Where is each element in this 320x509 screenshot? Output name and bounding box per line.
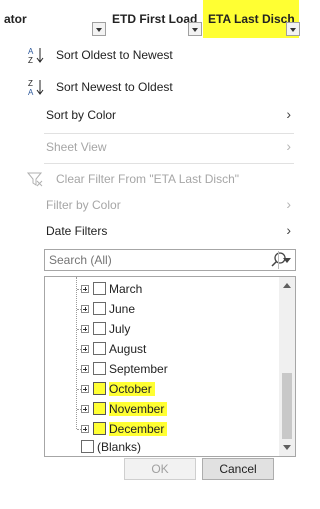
list-item-label: June (109, 302, 136, 316)
filter-menu: A Z Sort Oldest to Newest Z A Sort Newes… (0, 38, 299, 509)
cancel-button[interactable]: Cancel (202, 458, 274, 480)
chevron-right-icon: › (286, 222, 291, 238)
list-item[interactable]: November (45, 399, 277, 419)
expand-icon[interactable] (81, 305, 89, 313)
clear-filter-icon (26, 172, 43, 187)
checkbox[interactable] (93, 382, 106, 395)
sort-oldest-to-newest[interactable]: A Z Sort Oldest to Newest (0, 42, 299, 68)
search-options-dropdown[interactable] (278, 251, 294, 269)
filter-value-list: March June July August September October… (44, 276, 296, 457)
list-item[interactable]: August (45, 339, 277, 359)
column-header-row: ator ETD First Load ETA Last Disch (0, 0, 300, 39)
sheet-view-label: Sheet View (46, 140, 107, 154)
list-item[interactable]: June (45, 299, 277, 319)
scroll-up-icon[interactable] (279, 277, 295, 293)
svg-text:Z: Z (28, 56, 33, 64)
search-input[interactable] (45, 250, 255, 270)
list-item[interactable]: December (45, 419, 277, 439)
sort-oldest-label: Sort Oldest to Newest (56, 48, 173, 62)
chevron-right-icon: › (286, 106, 291, 122)
list-scrollbar[interactable] (279, 277, 295, 456)
list-item[interactable]: July (45, 319, 277, 339)
checkbox[interactable] (93, 282, 106, 295)
expand-icon[interactable] (81, 345, 89, 353)
list-item[interactable]: October (45, 379, 277, 399)
sort-ascending-icon: A Z (28, 47, 44, 64)
list-item-blanks[interactable]: (Blanks) (45, 437, 277, 456)
list-item-label: December (109, 422, 168, 436)
list-item[interactable]: September (45, 359, 277, 379)
menu-separator (44, 163, 294, 164)
sheet-view: Sheet View › (0, 134, 299, 160)
column-header-eta-last-disch: ETA Last Disch (208, 12, 295, 26)
checkbox[interactable] (93, 362, 106, 375)
list-item-label: September (109, 362, 168, 376)
checkbox[interactable] (93, 402, 106, 415)
clear-filter-label: Clear Filter From "ETA Last Disch" (56, 172, 239, 186)
list-item-label: November (109, 402, 168, 416)
filter-by-color-label: Filter by Color (46, 198, 121, 212)
list-item-label: (Blanks) (97, 440, 142, 454)
svg-text:A: A (28, 47, 34, 56)
svg-text:Z: Z (28, 79, 33, 88)
checkbox[interactable] (93, 342, 106, 355)
scrollbar-thumb[interactable] (282, 373, 292, 439)
filter-by-color: Filter by Color › (0, 192, 299, 218)
sort-descending-icon: Z A (28, 79, 44, 96)
checkbox[interactable] (93, 302, 106, 315)
search-box[interactable] (44, 249, 296, 271)
chevron-right-icon: › (286, 196, 291, 212)
sort-by-color[interactable]: Sort by Color › (0, 102, 299, 128)
date-filters[interactable]: Date Filters › (0, 218, 299, 244)
ok-button[interactable]: OK (124, 458, 196, 480)
clear-filter: Clear Filter From "ETA Last Disch" (0, 166, 299, 192)
filter-dropdown-button-eta[interactable] (286, 22, 300, 36)
expand-icon[interactable] (81, 285, 89, 293)
column-header-etd-first-load: ETD First Load (112, 12, 198, 26)
scroll-down-icon[interactable] (279, 440, 295, 456)
list-item-label: July (109, 322, 131, 336)
filter-dropdown-button-etd[interactable] (188, 22, 202, 36)
expand-icon[interactable] (81, 425, 89, 433)
expand-icon[interactable] (81, 325, 89, 333)
filter-dropdown-button-operator[interactable] (92, 22, 106, 36)
expand-icon[interactable] (81, 365, 89, 373)
expand-icon[interactable] (81, 405, 89, 413)
sort-newest-to-oldest[interactable]: Z A Sort Newest to Oldest (0, 74, 299, 100)
expand-icon[interactable] (81, 385, 89, 393)
list-item[interactable]: March (45, 279, 277, 299)
sort-by-color-label: Sort by Color (46, 108, 117, 122)
sort-newest-label: Sort Newest to Oldest (56, 80, 173, 94)
svg-text:A: A (28, 88, 34, 96)
column-header-operator: ator (4, 12, 27, 26)
chevron-right-icon: › (286, 138, 291, 154)
checkbox[interactable] (81, 440, 94, 453)
list-item-label: March (109, 282, 143, 296)
list-item-label: October (109, 382, 155, 396)
checkbox[interactable] (93, 422, 106, 435)
list-item-label: August (109, 342, 147, 356)
checkbox[interactable] (93, 322, 106, 335)
date-filters-label: Date Filters (46, 224, 108, 238)
